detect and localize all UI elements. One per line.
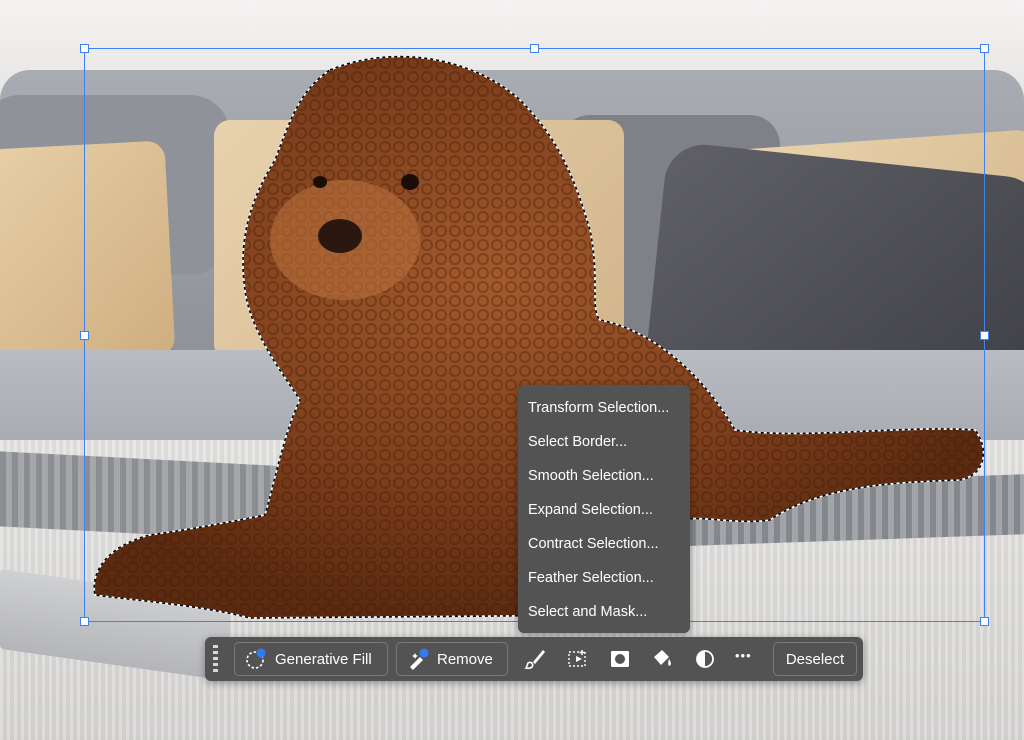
more-options-button[interactable]: ••• xyxy=(735,648,752,663)
menu-item-contract-selection[interactable]: Contract Selection... xyxy=(518,527,690,561)
adjustment-icon[interactable] xyxy=(693,647,717,671)
contextual-taskbar: Generative Fill Remove ••• Deselect xyxy=(205,637,863,681)
remove-button[interactable]: Remove xyxy=(396,642,508,676)
image-canvas[interactable] xyxy=(0,0,1024,740)
generative-fill-button[interactable]: Generative Fill xyxy=(234,642,388,676)
menu-item-select-border[interactable]: Select Border... xyxy=(518,425,690,459)
brush-icon[interactable] xyxy=(523,647,547,671)
resize-handle-top-right[interactable] xyxy=(980,44,989,53)
resize-handle-bottom-right[interactable] xyxy=(980,617,989,626)
drag-handle[interactable] xyxy=(213,645,218,673)
deselect-label: Deselect xyxy=(785,650,845,668)
menu-item-select-and-mask[interactable]: Select and Mask... xyxy=(518,595,690,629)
menu-item-feather-selection[interactable]: Feather Selection... xyxy=(518,561,690,595)
mask-icon[interactable] xyxy=(608,647,632,671)
deselect-button[interactable]: Deselect xyxy=(773,642,857,676)
fill-bucket-icon[interactable] xyxy=(650,647,674,671)
resize-handle-middle-left[interactable] xyxy=(80,331,89,340)
menu-item-smooth-selection[interactable]: Smooth Selection... xyxy=(518,459,690,493)
resize-handle-bottom-left[interactable] xyxy=(80,617,89,626)
resize-handle-middle-right[interactable] xyxy=(980,331,989,340)
resize-handle-top-left[interactable] xyxy=(80,44,89,53)
remove-label: Remove xyxy=(437,650,493,668)
selection-context-menu: Transform Selection... Select Border... … xyxy=(518,385,690,633)
generative-fill-icon xyxy=(246,648,266,669)
remove-icon xyxy=(410,648,429,670)
transform-icon[interactable] xyxy=(566,647,590,671)
generative-fill-label: Generative Fill xyxy=(275,650,372,668)
menu-item-transform-selection[interactable]: Transform Selection... xyxy=(518,391,690,425)
menu-item-expand-selection[interactable]: Expand Selection... xyxy=(518,493,690,527)
resize-handle-top-center[interactable] xyxy=(530,44,539,53)
